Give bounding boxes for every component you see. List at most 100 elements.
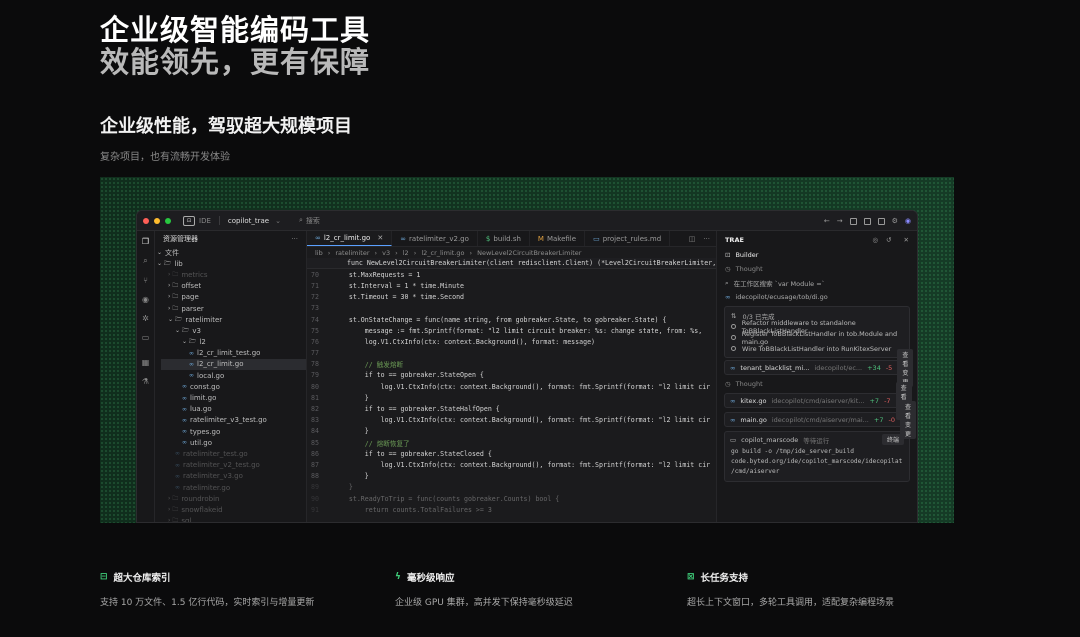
editor-tab[interactable]: M Makefile: [530, 231, 586, 246]
editor-tab[interactable]: $ build.sh: [478, 231, 530, 246]
code-view[interactable]: 69 st.Name = CircuitBreakerKey70 st.MaxR…: [307, 258, 716, 515]
line-number: 76: [311, 337, 319, 346]
editor-tab[interactable]: ∞ l2_cr_limit.go ✕: [307, 231, 393, 246]
tree-item[interactable]: ∞ l2_cr_limit_test.go: [161, 348, 306, 359]
forward-icon[interactable]: →: [837, 217, 843, 225]
project-selector[interactable]: copilot_trae: [228, 217, 269, 225]
file-go-icon: ∞: [175, 484, 180, 492]
editor-tab[interactable]: ▭ project_rules.md: [585, 231, 671, 246]
line-number: 89: [311, 483, 319, 492]
tree-item[interactable]: ∞ local.go: [161, 370, 306, 381]
tree-item[interactable]: ∞ util.go: [161, 437, 306, 448]
layout-left-icon[interactable]: [849, 217, 857, 225]
terminal-button[interactable]: 终端: [881, 434, 904, 445]
code-line: 86 if to == gobreaker.StateClosed {: [307, 448, 716, 459]
chat-icon[interactable]: ◎: [872, 236, 878, 244]
code-line: 77: [307, 348, 716, 359]
tree-item[interactable]: › 🗀 roundrobin: [161, 493, 306, 504]
debug-icon[interactable]: ✲: [142, 314, 149, 323]
tree-item[interactable]: › 🗀 page: [161, 292, 306, 303]
editor-tab[interactable]: ∞ ratelimiter_v2.go: [392, 231, 478, 246]
breadcrumb-item[interactable]: ratelimiter: [335, 249, 369, 257]
remote-icon[interactable]: ▭: [142, 333, 150, 342]
eye-icon[interactable]: ◉: [142, 295, 149, 304]
tree-item[interactable]: ∞ ratelimiter_test.go: [161, 448, 306, 459]
tree-item[interactable]: ∞ ratelimiter.go: [161, 482, 306, 493]
code-line: 84 }: [307, 426, 716, 437]
todo-item[interactable]: Wire ToBBlackListHandler into RunKitexSe…: [725, 343, 909, 354]
folder-icon: › 🗀: [168, 505, 179, 513]
breadcrumb: lib › ratelimiter › v3 › l2 › l2_cr_limit.go › New…: [307, 247, 716, 258]
tree-item[interactable]: ∞ types.go: [161, 426, 306, 437]
gear-icon[interactable]: ⚙: [892, 217, 898, 225]
tree-item[interactable]: › 🗀 parser: [161, 303, 306, 314]
file-change-row: ∞ tenant_blacklist_mi... idecopilot/ec..…: [724, 348, 914, 387]
breadcrumb-item[interactable]: lib: [315, 249, 323, 257]
ide-body: ❐ ⌕ ⑂ ◉ ✲ ▭ ▦ ⚗ 资源管理器 ··· ⌄ 文件 ⌄ 🗁 lib › 🗀…: [137, 231, 917, 522]
tree-item[interactable]: ⌄ 🗁 l2: [161, 337, 306, 348]
tree-item[interactable]: › 🗀 sql: [161, 516, 306, 522]
close-dot[interactable]: [143, 217, 149, 224]
line-number: 88: [311, 472, 319, 481]
tree-item[interactable]: ∞ ratelimiter_v3.go: [161, 471, 306, 482]
view-changes-button[interactable]: 查看变更: [899, 400, 916, 439]
thought-row[interactable]: ◷ Thought: [717, 377, 917, 391]
section-header: 企业级性能，驾驭超大规模项目 复杂项目，也有流畅开发体验: [100, 112, 352, 163]
search-step: ⌕ 在工作区搜索 `var Module =`: [725, 278, 825, 289]
tree-item[interactable]: › 🗀 offset: [161, 281, 306, 292]
tree-root[interactable]: ⌄ 🗁 lib: [155, 258, 306, 269]
file-go-icon: ∞: [175, 472, 180, 480]
history-icon[interactable]: ↺: [886, 236, 891, 244]
tree-item[interactable]: ∞ const.go: [161, 381, 306, 392]
flask-icon[interactable]: ⚗: [142, 377, 149, 386]
tree-item[interactable]: ∞ ratelimiter_v2_test.go: [161, 460, 306, 471]
explorer-icon[interactable]: ❐: [142, 237, 149, 246]
split-editor-icon[interactable]: ◫: [689, 235, 696, 243]
search-icon[interactable]: ⌕: [143, 256, 147, 266]
file-go-icon: ∞: [189, 349, 194, 357]
close-tab-icon[interactable]: ✕: [377, 234, 383, 242]
section-title: 企业级性能，驾驭超大规模项目: [100, 116, 352, 137]
back-icon[interactable]: ←: [824, 217, 830, 225]
ai-panel-header: TRAE ◎ ↺ ✕: [717, 231, 917, 248]
terminal-card: ▭ copilot_marscode 等待运行 终端 go build -o /…: [724, 431, 910, 482]
folder-icon: › 🗀: [168, 270, 179, 278]
close-icon[interactable]: ✕: [904, 236, 909, 244]
tree-item[interactable]: ∞ l2_cr_limit.go: [161, 358, 306, 371]
source-control-icon[interactable]: ⑂: [143, 276, 148, 285]
breadcrumb-item[interactable]: l2_cr_limit.go: [421, 249, 464, 257]
account-icon[interactable]: ◉: [905, 217, 911, 225]
tree-item[interactable]: ∞ limit.go: [161, 392, 306, 403]
breadcrumb-item[interactable]: v3: [382, 249, 390, 257]
extensions-icon[interactable]: ▦: [142, 358, 150, 367]
breadcrumb-item[interactable]: l2: [403, 249, 409, 257]
tree-item[interactable]: › 🗀 snowflakeid: [161, 504, 306, 515]
tree-item[interactable]: ⌄ 🗁 ratelimiter: [161, 314, 306, 325]
layout-right-icon[interactable]: [877, 217, 885, 225]
thought-row[interactable]: ◷ Thought: [717, 262, 917, 276]
breadcrumb-item[interactable]: NewLevel2CircuitBreakerLimiter: [477, 249, 581, 257]
todo-item[interactable]: Register ToBBlackListHandler in tob.Modu…: [725, 330, 909, 346]
code-text: // 触发熔断: [333, 361, 404, 370]
more-icon[interactable]: ···: [703, 235, 710, 243]
view-changes-button[interactable]: 查看变更: [897, 348, 914, 387]
tree-item[interactable]: ∞ ratelimiter_v3_test.go: [161, 415, 306, 426]
tree-item[interactable]: › 🗀 metrics: [161, 269, 306, 280]
terminal-command: /cmd/aiserver: [731, 468, 780, 475]
editor-actions: ◫ ···: [689, 231, 716, 246]
line-number: 81: [311, 393, 319, 402]
ide-window: ⊡ IDE copilot_trae ⌄ ⌕ 搜索 ← → ⚙ ◉ ❐ ⌕ ⑂ ◉: [136, 210, 918, 523]
code-line: 89 }: [307, 482, 716, 493]
more-icon[interactable]: ···: [291, 235, 298, 243]
tree-item[interactable]: ⌄ 🗁 v3: [161, 325, 306, 336]
code-line: 85 // 熔断恢复了: [307, 437, 716, 448]
layout-bottom-icon[interactable]: [863, 217, 871, 225]
search-box[interactable]: ⌕ 搜索: [299, 216, 320, 226]
chevron-down-icon[interactable]: ⌄: [275, 217, 281, 225]
ide-badge-icon: ⊡: [183, 215, 195, 226]
minimize-dot[interactable]: [154, 217, 160, 224]
terminal-command: code.byted.org/ide/copilot_marscode/idec…: [731, 458, 903, 465]
files-section[interactable]: ⌄ 文件: [155, 247, 306, 258]
tree-item[interactable]: ∞ lua.go: [161, 404, 306, 415]
maximize-dot[interactable]: [165, 217, 171, 224]
